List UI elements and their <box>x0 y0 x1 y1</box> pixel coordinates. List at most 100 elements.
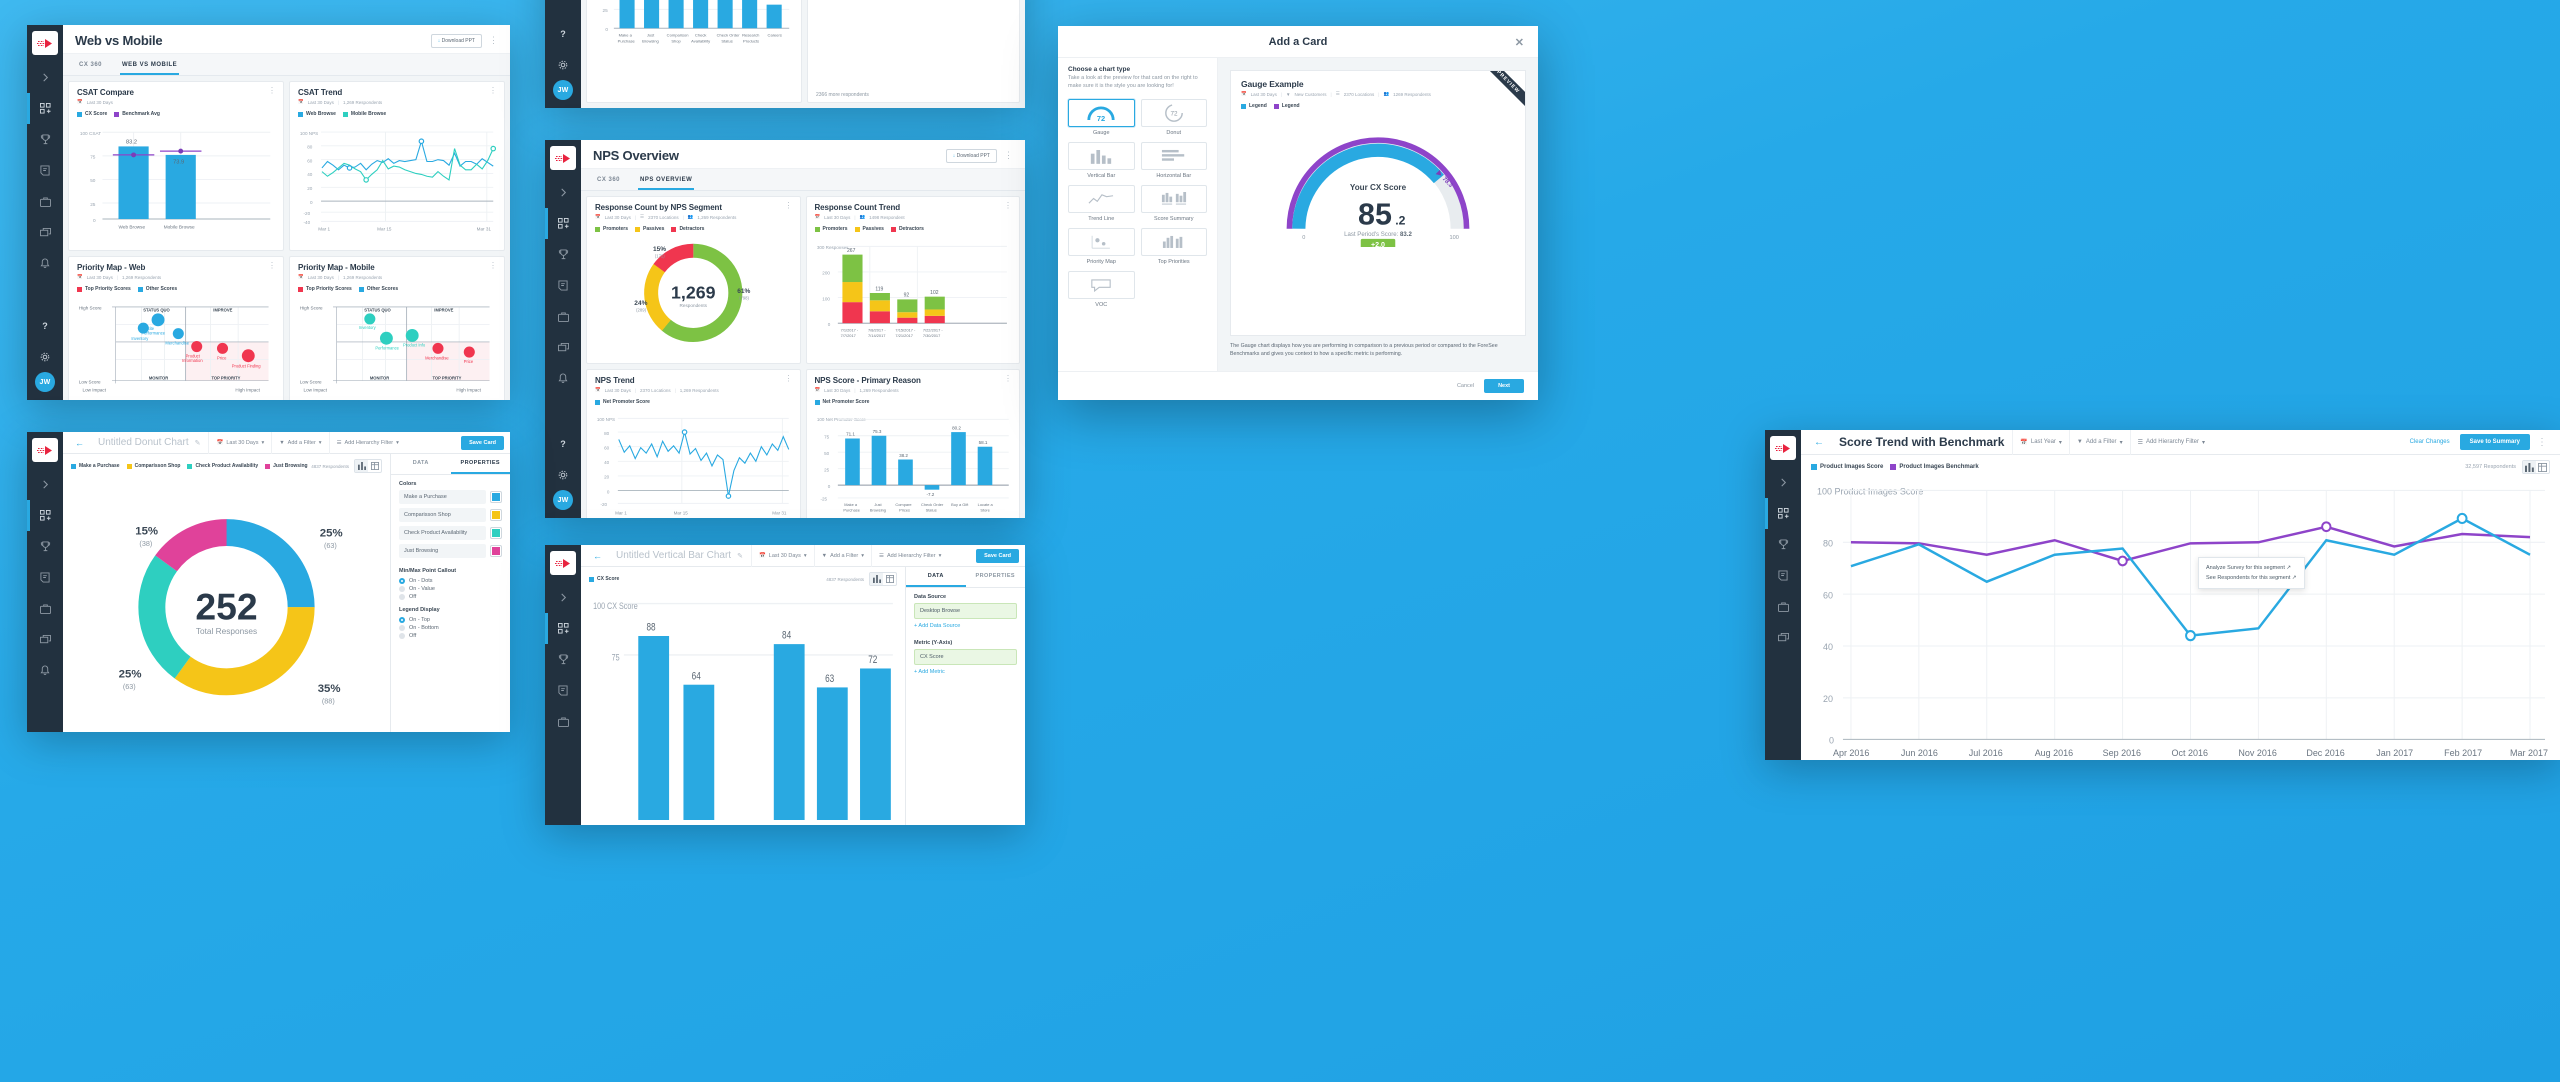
clear-changes-button[interactable]: Clear Changes <box>2400 439 2460 445</box>
rail-item-survey[interactable] <box>545 270 581 301</box>
view-toggle[interactable] <box>869 572 897 586</box>
add-filter[interactable]: ▼ Add a Filter ▾ <box>2070 430 2131 455</box>
rail-item-briefcase[interactable] <box>27 186 63 217</box>
rail-item-trophy[interactable] <box>27 531 63 562</box>
date-filter[interactable]: 📅 Last Year ▾ <box>2013 430 2070 455</box>
chart-type-donut[interactable]: 72 <box>1140 98 1207 127</box>
view-toggle[interactable] <box>2522 460 2550 474</box>
chart-type-horizontal-bar[interactable] <box>1140 141 1207 170</box>
table-view-icon[interactable] <box>368 460 381 472</box>
hierarchy-filter[interactable]: ☰ Add Hierarchy Filter ▾ <box>872 545 948 567</box>
rail-item-feedback[interactable] <box>545 332 581 363</box>
cancel-button[interactable]: Cancel <box>1457 383 1474 389</box>
tab-data[interactable]: DATA <box>391 454 451 474</box>
chart-type-voc[interactable] <box>1068 270 1135 299</box>
rail-item-add-dashboard[interactable] <box>545 613 581 644</box>
view-toggle[interactable] <box>354 459 382 473</box>
rail-item-survey[interactable] <box>1765 560 1801 591</box>
kebab-menu-icon[interactable]: ⋮ <box>785 375 793 383</box>
kebab-menu-icon[interactable]: ⋮ <box>1004 375 1012 383</box>
card-comment-list[interactable]: 39 This was the third time trying to get… <box>807 0 1020 103</box>
rail-item-notifications[interactable] <box>27 655 63 686</box>
rail-expand-icon[interactable] <box>545 582 581 613</box>
help-icon[interactable]: ? <box>545 18 581 49</box>
color-swatch-button[interactable] <box>490 527 502 539</box>
dashboard-tabs[interactable]: CX 360 WEB VS MOBILE <box>63 54 510 76</box>
rail-item-add-dashboard[interactable] <box>27 93 63 124</box>
radio-legend-off[interactable]: Off <box>391 632 510 640</box>
chart-title[interactable]: Untitled Donut Chart ✎ <box>90 432 210 454</box>
tab-properties[interactable]: PROPERTIES <box>966 567 1026 587</box>
editor-toolbar[interactable]: ← Untitled Donut Chart ✎ 📅 Last 30 Days ▾ ▼… <box>63 432 510 454</box>
table-view-icon[interactable] <box>2536 461 2549 473</box>
rail-item-trophy[interactable] <box>545 644 581 675</box>
color-swatch-button[interactable] <box>490 491 502 503</box>
window-donut-chart-editor[interactable]: ← Untitled Donut Chart ✎ 📅 Last 30 Days ▾ ▼… <box>27 432 510 732</box>
modal-add-a-card[interactable]: Add a Card ✕ Choose a chart type Take a … <box>1058 26 1538 400</box>
color-swatch-button[interactable] <box>490 545 502 557</box>
external-link-icon[interactable]: ↗ <box>2292 575 2297 581</box>
back-arrow-icon[interactable]: ← <box>1807 437 1831 448</box>
kebab-menu-icon[interactable]: ⋮ <box>785 202 793 210</box>
kebab-menu-icon[interactable]: ⋮ <box>489 262 497 270</box>
avatar[interactable]: JW <box>35 372 55 392</box>
editor-toolbar[interactable]: ← Untitled Vertical Bar Chart ✎ 📅 Last 30 … <box>581 545 1025 567</box>
window-bar-chart-editor[interactable]: ← Untitled Vertical Bar Chart ✎ 📅 Last 30 … <box>545 545 1025 825</box>
tab-cx-360[interactable]: CX 360 <box>595 173 622 190</box>
kebab-menu-icon[interactable]: ⋮ <box>268 87 276 95</box>
avatar[interactable]: JW <box>553 490 573 510</box>
window-respondent-comments[interactable]: ? JW 7550 250 60.2 71.9 84.5 Make aPurch… <box>545 0 1025 108</box>
card-csat-trend[interactable]: ⋮ CSAT Trend 📅 Last 30 Days | 1,269 Respond… <box>289 81 505 251</box>
rail-item-trophy[interactable] <box>545 239 581 270</box>
add-metric-link[interactable]: + Add Metric <box>906 669 1025 680</box>
avatar[interactable]: JW <box>553 80 573 100</box>
window-web-vs-mobile[interactable]: ? JW Web vs Mobile ↓ Download PPT ⋮ CX 3… <box>27 25 510 400</box>
rail-item-add-dashboard[interactable] <box>27 500 63 531</box>
back-arrow-icon[interactable]: ← <box>69 438 90 448</box>
window-score-trend-with-benchmark[interactable]: ← Score Trend with Benchmark 📅 Last Year ▾… <box>1765 430 2560 760</box>
rail-item-survey[interactable] <box>27 562 63 593</box>
radio-legend-top[interactable]: On - Top <box>391 616 510 624</box>
left-rail[interactable]: ? JW <box>27 25 63 400</box>
color-swatch-button[interactable] <box>490 509 502 521</box>
card-response-count-by-segment[interactable]: ⋮ Response Count by NPS Segment 📅 Last 30… <box>586 196 801 364</box>
gear-icon[interactable] <box>545 459 581 490</box>
chart-type-gauge[interactable]: 72 <box>1068 98 1135 127</box>
rail-item-briefcase[interactable] <box>1765 591 1801 622</box>
tab-web-vs-mobile[interactable]: WEB VS MOBILE <box>120 58 180 75</box>
rail-item-add-dashboard[interactable] <box>545 208 581 239</box>
download-ppt-button[interactable]: ↓ Download PPT <box>430 33 482 48</box>
rail-item-feedback[interactable] <box>1765 622 1801 653</box>
left-rail[interactable] <box>1765 430 1801 760</box>
save-to-summary-button[interactable]: Save to Summary <box>2459 434 2530 450</box>
radio-minmax-value[interactable]: On - Value <box>391 585 510 593</box>
back-arrow-icon[interactable]: ← <box>587 551 608 561</box>
help-icon[interactable]: ? <box>27 310 63 341</box>
editor-toolbar[interactable]: ← Score Trend with Benchmark 📅 Last Year ▾… <box>1801 430 2560 455</box>
next-button[interactable]: Next <box>1484 379 1524 393</box>
add-data-source-link[interactable]: + Add Data Source <box>906 623 1025 634</box>
date-filter[interactable]: 📅 Last 30 Days ▾ <box>752 545 815 567</box>
hierarchy-filter[interactable]: ☰ Add Hierarchy Filter ▾ <box>330 432 406 454</box>
data-panel[interactable]: DATA PROPERTIES Data Source Desktop Brow… <box>905 567 1025 825</box>
chart-view-icon[interactable] <box>355 460 368 472</box>
card-response-count-trend[interactable]: ⋮ Response Count Trend 📅 Last 30 Days | 👥 14… <box>805 196 1020 364</box>
left-rail[interactable] <box>545 545 581 825</box>
card-nps-primary-reason[interactable]: ⋮ NPS Score - Primary Reason 📅 Last 30 Da… <box>805 369 1020 518</box>
rail-expand-icon[interactable] <box>1765 467 1801 498</box>
add-filter[interactable]: ▼ Add a Filter ▾ <box>815 545 873 567</box>
external-link-icon[interactable]: ↗ <box>2286 565 2291 571</box>
rail-item-add-dashboard[interactable] <box>1765 498 1801 529</box>
card-csat-compare[interactable]: ⋮ CSAT Compare 📅 Last 30 Days CX Score Be… <box>68 81 284 251</box>
radio-minmax-off[interactable]: Off <box>391 593 510 601</box>
help-icon[interactable]: ? <box>545 428 581 459</box>
dashboard-tabs[interactable]: CX 360 NPS OVERVIEW <box>581 169 1025 191</box>
save-card-button[interactable]: Save Card <box>461 435 504 450</box>
left-rail[interactable]: ? JW <box>545 140 581 518</box>
table-view-icon[interactable] <box>883 573 896 585</box>
card-top-bar-chart[interactable]: 7550 250 60.2 71.9 84.5 Make aPurchase J… <box>586 0 802 103</box>
chart-type-chooser[interactable]: Choose a chart type Take a look at the p… <box>1058 58 1218 371</box>
rail-expand-icon[interactable] <box>545 177 581 208</box>
radio-minmax-dots[interactable]: On - Dots <box>391 577 510 585</box>
radio-legend-bottom[interactable]: On - Bottom <box>391 624 510 632</box>
